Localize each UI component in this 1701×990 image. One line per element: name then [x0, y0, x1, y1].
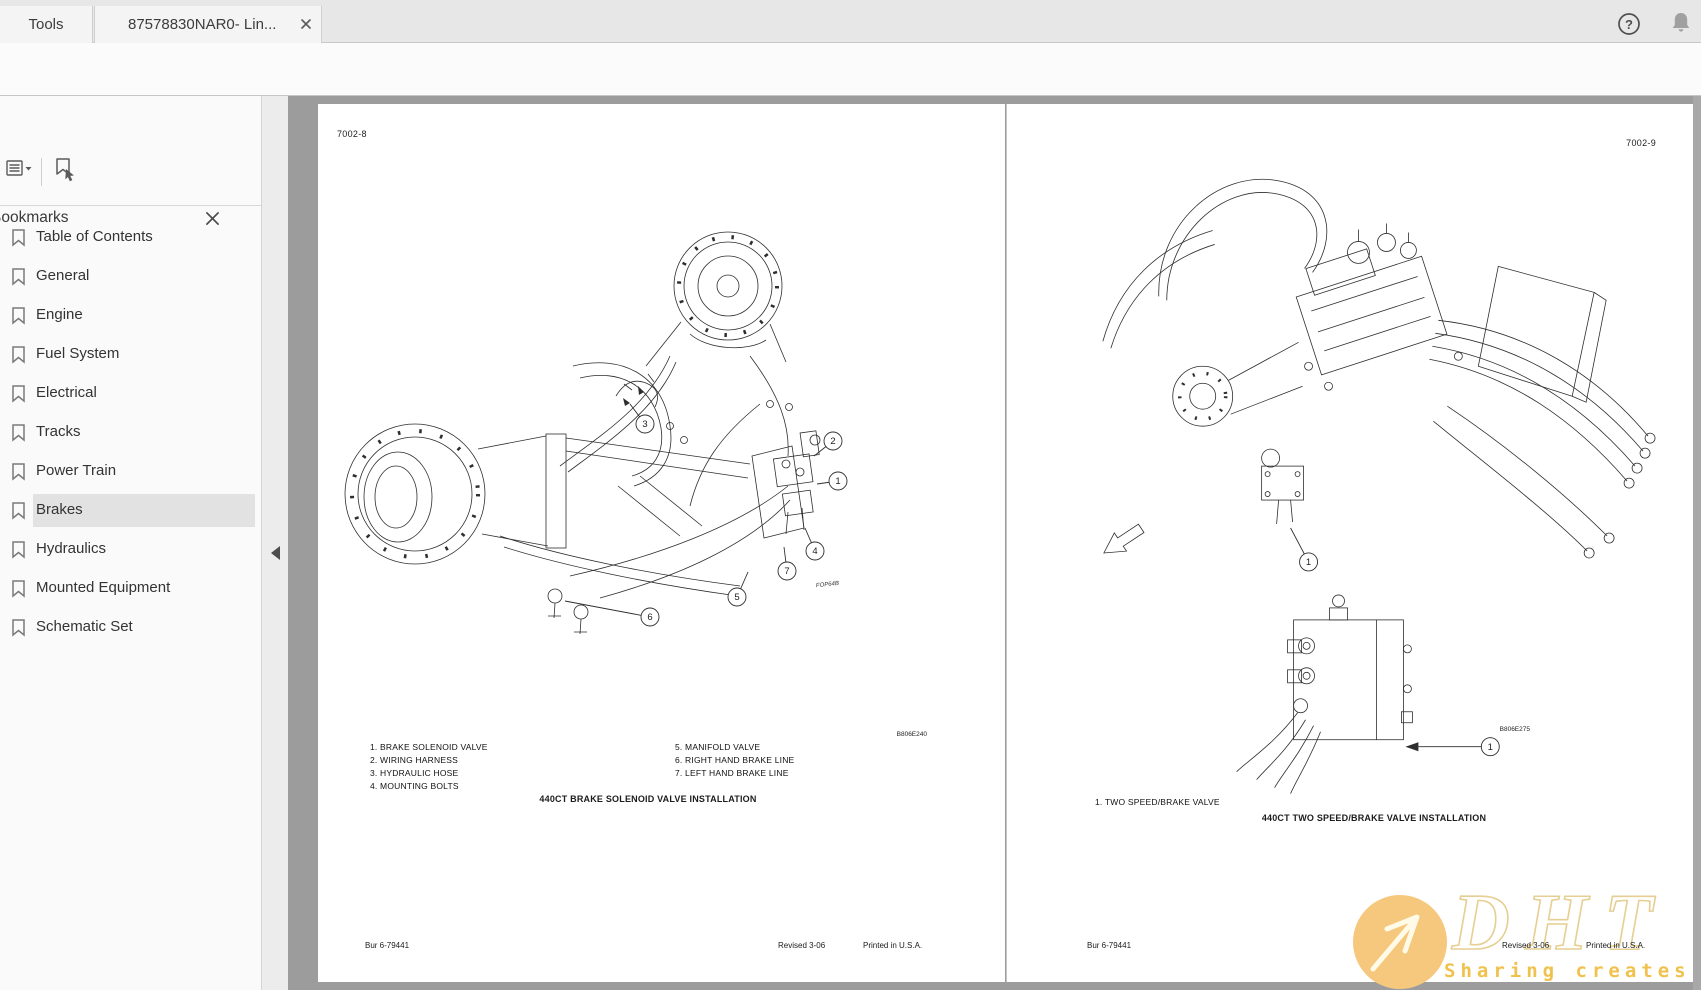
document-page-left: 3214756 7002-8 FOP64B B806E240 1. BRAKE …: [318, 104, 1005, 982]
figure-caption: 440CT BRAKE SOLENOID VALVE INSTALLATION: [448, 794, 848, 804]
parts-list-col1: 1. BRAKE SOLENOID VALVE2. WIRING HARNESS…: [370, 741, 488, 793]
bookmark-list: Table of Contents General Engine Fuel Syste…: [0, 218, 261, 647]
svg-text:?: ?: [1625, 17, 1633, 32]
sidebar-item-label: Engine: [36, 306, 83, 323]
sidebar-item-mounted-equipment[interactable]: Mounted Equipment: [0, 569, 261, 608]
sidebar-item-label: Fuel System: [36, 345, 119, 362]
sidebar-item-hydraulics[interactable]: Hydraulics: [0, 530, 261, 569]
sidebar-item-schematic-set[interactable]: Schematic Set: [0, 608, 261, 647]
toolbar: / 697: [0, 43, 1701, 96]
document-canvas[interactable]: 3214756 7002-8 FOP64B B806E240 1. BRAKE …: [288, 96, 1701, 990]
sidebar-item-label: Schematic Set: [36, 618, 133, 635]
bookmark-icon: [10, 267, 27, 286]
add-bookmark-icon[interactable]: [52, 156, 82, 186]
sidebar-item-label: Mounted Equipment: [36, 579, 170, 596]
sidebar-item-label: Table of Contents: [36, 228, 153, 245]
svg-text:5: 5: [734, 592, 739, 603]
callout-7: 7: [778, 547, 796, 580]
options-icon[interactable]: [5, 156, 35, 186]
bookmark-icon: [10, 384, 27, 403]
collapse-panel-icon[interactable]: [271, 546, 280, 560]
sidebar-item-tracks[interactable]: Tracks: [0, 413, 261, 452]
footer-printed: Printed in U.S.A.: [1586, 941, 1645, 950]
page-number-header: 7002-9: [1606, 138, 1656, 148]
tab-document[interactable]: 87578830NAR0- Lin...: [94, 6, 322, 43]
figure-caption: 440CT TWO SPEED/BRAKE VALVE INSTALLATION: [1174, 813, 1574, 823]
vertical-scrollbar[interactable]: [1693, 96, 1701, 990]
svg-text:2: 2: [830, 436, 835, 447]
sidebar-item-engine[interactable]: Engine: [0, 296, 261, 335]
svg-text:1: 1: [1488, 742, 1493, 753]
footer-doc-number: Bur 6-79441: [1087, 941, 1131, 950]
sidebar-item-brakes[interactable]: Brakes: [0, 491, 261, 530]
bookmark-icon: [10, 579, 27, 598]
bookmark-icon: [10, 540, 27, 559]
footer-printed: Printed in U.S.A.: [863, 941, 922, 950]
part-item: 7. LEFT HAND BRAKE LINE: [675, 767, 794, 780]
sidebar-item-label: Electrical: [36, 384, 97, 401]
bookmark-icon: [10, 618, 27, 637]
footer-revised: Revised 3-06: [1502, 941, 1549, 950]
two-speed-brake-valve-diagram: 11: [1007, 104, 1693, 982]
divider: [0, 205, 261, 206]
sidebar-item-label: Tracks: [36, 423, 80, 440]
bookmark-icon: [10, 306, 27, 325]
bookmark-icon: [10, 462, 27, 481]
callout-3: 3: [630, 404, 654, 433]
bookmark-icon: [10, 423, 27, 442]
part-item: 1. BRAKE SOLENOID VALVE: [370, 741, 488, 754]
part-item: 2. WIRING HARNESS: [370, 754, 488, 767]
figure-code: B806E240: [842, 731, 927, 738]
tab-tools[interactable]: Tools: [0, 6, 93, 43]
brake-solenoid-diagram: 3 2 1 4 7 5 6: [318, 104, 1005, 982]
svg-text:3: 3: [642, 419, 647, 430]
callout-4: 4: [805, 528, 824, 560]
document-page-right: 11 7002-9 B806E275 1. TWO SPEED/BRAKE VA…: [1006, 104, 1693, 982]
callout-6: 6: [565, 601, 659, 626]
sidebar-item-label: Brakes: [36, 501, 83, 518]
svg-text:7: 7: [784, 566, 789, 577]
bookmark-icon: [10, 501, 27, 520]
callout-1: 1: [817, 472, 847, 490]
svg-text:1: 1: [835, 476, 840, 487]
sidebar-item-label: General: [36, 267, 89, 284]
bookmark-icon: [10, 345, 27, 364]
panel-splitter[interactable]: [262, 96, 288, 990]
sidebar-item-label: Hydraulics: [36, 540, 106, 557]
parts-list-col2: 5. MANIFOLD VALVE6. RIGHT HAND BRAKE LIN…: [675, 741, 794, 780]
sidebar-item-general[interactable]: General: [0, 257, 261, 296]
tab-tools-label: Tools: [28, 16, 63, 33]
tab-bar: Tools 87578830NAR0- Lin... ?: [0, 0, 1701, 43]
part-item: 5. MANIFOLD VALVE: [675, 741, 794, 754]
callout-1: 1: [1418, 738, 1499, 756]
help-icon[interactable]: ?: [1616, 11, 1642, 37]
close-tab-icon[interactable]: [300, 18, 312, 30]
part-item: 4. MOUNTING BOLTS: [370, 780, 488, 793]
bookmarks-panel: Bookmarks Table of ContentsGeneralEngine…: [0, 96, 262, 990]
part-item: 1. TWO SPEED/BRAKE VALVE: [1095, 796, 1220, 809]
svg-text:4: 4: [812, 546, 817, 557]
svg-text:1: 1: [1306, 557, 1311, 568]
tab-document-label: 87578830NAR0- Lin...: [128, 16, 276, 33]
footer-doc-number: Bur 6-79441: [365, 941, 409, 950]
sidebar-item-power-train[interactable]: Power Train: [0, 452, 261, 491]
parts-list: 1. TWO SPEED/BRAKE VALVE: [1095, 796, 1220, 809]
figure-code: B806E275: [1445, 726, 1530, 733]
sidebar-item-table-of-contents[interactable]: Table of Contents: [0, 218, 261, 257]
svg-text:6: 6: [647, 612, 652, 623]
sidebar-item-fuel-system[interactable]: Fuel System: [0, 335, 261, 374]
bookmark-icon: [10, 228, 27, 247]
page-number-header: 7002-8: [337, 129, 367, 139]
callout-1: 1: [1291, 528, 1318, 571]
footer-revised: Revised 3-06: [778, 941, 825, 950]
sidebar-item-label: Power Train: [36, 462, 116, 479]
callout-5: 5: [728, 572, 748, 606]
part-item: 6. RIGHT HAND BRAKE LINE: [675, 754, 794, 767]
divider: [41, 158, 42, 186]
sidebar-item-electrical[interactable]: Electrical: [0, 374, 261, 413]
part-item: 3. HYDRAULIC HOSE: [370, 767, 488, 780]
notifications-bell-icon[interactable]: [1668, 10, 1694, 36]
